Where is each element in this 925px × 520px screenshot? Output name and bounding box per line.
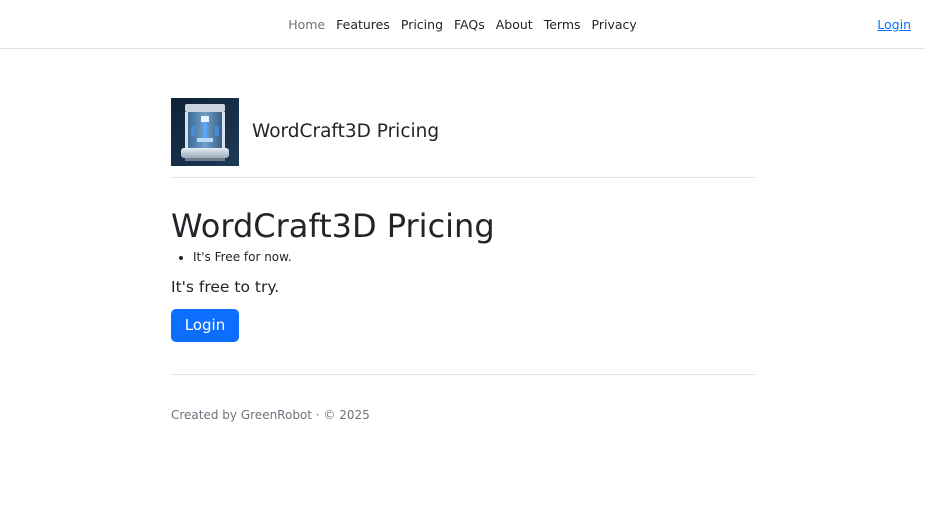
list-item: It's Free for now.	[193, 249, 755, 265]
nav-link-home[interactable]: Home	[288, 16, 325, 33]
main-container: WordCraft3D Pricing WordCraft3D Pricing …	[171, 98, 755, 423]
nav-link-about[interactable]: About	[496, 16, 533, 33]
nav-link-pricing[interactable]: Pricing	[401, 16, 443, 33]
3d-printer-icon	[171, 98, 239, 166]
login-button[interactable]: Login	[171, 309, 239, 342]
features-list: It's Free for now.	[171, 249, 755, 265]
nav-link-terms[interactable]: Terms	[544, 16, 581, 33]
top-navbar: Home Features Pricing FAQs About Terms P…	[0, 0, 925, 49]
divider	[171, 374, 755, 375]
footer-text: Created by GreenRobot · © 2025	[171, 408, 370, 422]
nav-link-faqs[interactable]: FAQs	[454, 16, 485, 33]
divider	[171, 177, 755, 178]
lead-text: It's free to try.	[171, 278, 280, 296]
nav-login-link[interactable]: Login	[877, 16, 911, 33]
nav-link-privacy[interactable]: Privacy	[592, 16, 637, 33]
brand-title: WordCraft3D Pricing	[252, 121, 440, 142]
nav-links: Home Features Pricing FAQs About Terms P…	[0, 16, 925, 33]
brand-header: WordCraft3D Pricing	[171, 98, 755, 166]
nav-link-features[interactable]: Features	[336, 16, 390, 33]
page-title: WordCraft3D Pricing	[171, 207, 495, 245]
